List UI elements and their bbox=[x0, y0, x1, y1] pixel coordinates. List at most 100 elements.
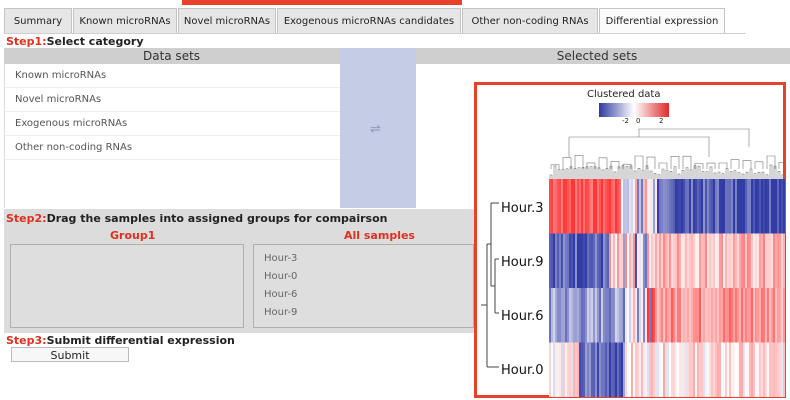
heatmap-cell bbox=[723, 179, 726, 234]
heatmap-cell bbox=[565, 288, 568, 343]
heatmap-cell bbox=[685, 233, 688, 288]
heatmap-cell bbox=[671, 342, 674, 397]
heatmap-cell bbox=[725, 179, 728, 234]
heatmap-cell bbox=[697, 179, 700, 234]
heatmap-cell bbox=[713, 288, 716, 343]
submit-button[interactable]: Submit bbox=[11, 347, 129, 362]
heatmap-cell bbox=[639, 233, 642, 288]
heatmap-cell bbox=[643, 179, 646, 234]
heatmap-cell bbox=[601, 179, 604, 234]
heatmap-cell bbox=[745, 179, 748, 234]
selected-sets-list[interactable] bbox=[416, 64, 476, 208]
heatmap-cell bbox=[595, 179, 598, 234]
heatmap-cell bbox=[551, 288, 554, 343]
heatmap-cell bbox=[569, 342, 572, 397]
dataset-known-micrornas[interactable]: Known microRNAs bbox=[5, 64, 341, 88]
heatmap-cell bbox=[685, 342, 688, 397]
heatmap-cell bbox=[583, 233, 586, 288]
heatmap-cell bbox=[653, 233, 656, 288]
heatmap-cell bbox=[765, 233, 768, 288]
heatmap-cell bbox=[601, 233, 604, 288]
heatmap-cell bbox=[597, 179, 600, 234]
heatmap-cell bbox=[581, 233, 584, 288]
heatmap-cell bbox=[709, 233, 712, 288]
heatmap-cell bbox=[649, 179, 652, 234]
heatmap-cell bbox=[733, 342, 736, 397]
heatmap-cell bbox=[709, 179, 712, 234]
heatmap-cell bbox=[653, 288, 656, 343]
heatmap-cell bbox=[771, 342, 774, 397]
heatmap-cell bbox=[613, 179, 616, 234]
heatmap-cell bbox=[705, 288, 708, 343]
heatmap-cell bbox=[611, 342, 614, 397]
tab-other-ncrnas[interactable]: Other non-coding RNAs bbox=[462, 8, 598, 34]
dataset-exogenous-micrornas[interactable]: Exogenous microRNAs bbox=[5, 112, 341, 136]
heatmap-cell bbox=[607, 342, 610, 397]
heatmap-cell bbox=[761, 288, 764, 343]
tab-underline bbox=[4, 33, 746, 34]
heatmap-cell bbox=[665, 288, 668, 343]
heatmap-cell bbox=[625, 288, 628, 343]
group1-dropzone[interactable] bbox=[10, 244, 244, 328]
heatmap-cell bbox=[629, 233, 632, 288]
tab-novel-micrornas[interactable]: Novel microRNAs bbox=[178, 8, 276, 34]
heatmap-cell bbox=[563, 288, 566, 343]
heatmap-cell bbox=[553, 342, 556, 397]
heatmap-cell bbox=[599, 342, 602, 397]
heatmap-cell bbox=[643, 288, 646, 343]
sample-hour-6[interactable]: Hour-6 bbox=[254, 286, 473, 304]
heatmap-cell bbox=[577, 288, 580, 343]
heatmap-cell bbox=[553, 288, 556, 343]
heatmap-cell bbox=[763, 179, 766, 234]
all-samples-box[interactable]: Hour-3 Hour-0 Hour-6 Hour-9 bbox=[253, 244, 474, 328]
heatmap-cell bbox=[735, 179, 738, 234]
heatmap-cell bbox=[721, 233, 724, 288]
heatmap-cell bbox=[737, 342, 740, 397]
heatmap-cell bbox=[591, 342, 594, 397]
heatmap-cell bbox=[557, 233, 560, 288]
heatmap-cell bbox=[589, 233, 592, 288]
heatmap-cell bbox=[609, 179, 612, 234]
heatmap-cell bbox=[643, 233, 646, 288]
heatmap-cell bbox=[553, 179, 556, 234]
tab-known-micrornas[interactable]: Known microRNAs bbox=[73, 8, 177, 34]
heatmap-cell bbox=[725, 233, 728, 288]
datasets-header-right: Selected sets bbox=[556, 49, 638, 63]
heatmap-cell bbox=[781, 233, 784, 288]
heatmap-cell bbox=[613, 233, 616, 288]
heatmap-cell bbox=[561, 342, 564, 397]
heatmap-cell bbox=[771, 288, 774, 343]
transfer-panel[interactable]: ⇌ bbox=[340, 48, 416, 208]
sample-hour-3[interactable]: Hour-3 bbox=[254, 250, 473, 268]
sample-hour-0[interactable]: Hour-0 bbox=[254, 268, 473, 286]
tab-differential-expression[interactable]: Differential expression bbox=[599, 8, 725, 34]
tab-summary[interactable]: Summary bbox=[4, 8, 72, 34]
row-label-hour3: Hour.3 bbox=[501, 201, 544, 216]
heatmap-cell bbox=[729, 288, 732, 343]
step3-text: Submit differential expression bbox=[46, 334, 235, 347]
heatmap-cell bbox=[715, 288, 718, 343]
heatmap-cell bbox=[673, 342, 676, 397]
heatmap-cell bbox=[569, 233, 572, 288]
sample-hour-9[interactable]: Hour-9 bbox=[254, 304, 473, 322]
heatmap-cell bbox=[699, 233, 702, 288]
heatmap-cell bbox=[699, 179, 702, 234]
heatmap-cell bbox=[707, 179, 710, 234]
heatmap-cell bbox=[625, 179, 628, 234]
heatmap-cell bbox=[689, 342, 692, 397]
dataset-other-ncrnas[interactable]: Other non-coding RNAs bbox=[5, 136, 341, 160]
tab-exogenous-candidates[interactable]: Exogenous microRNAs candidates bbox=[277, 8, 461, 34]
heatmap-cell bbox=[669, 179, 672, 234]
heatmap-cell bbox=[597, 288, 600, 343]
tab-bar: Summary Known microRNAs Novel microRNAs … bbox=[4, 8, 746, 34]
heatmap-cell bbox=[563, 179, 566, 234]
dataset-novel-micrornas[interactable]: Novel microRNAs bbox=[5, 88, 341, 112]
heatmap-cell bbox=[779, 233, 782, 288]
heatmap-cell bbox=[769, 179, 772, 234]
heatmap-cell bbox=[743, 179, 746, 234]
heatmap-cell bbox=[569, 179, 572, 234]
heatmap-cell bbox=[759, 288, 762, 343]
swap-arrows-icon[interactable]: ⇌ bbox=[370, 122, 381, 137]
heatmap-cell bbox=[679, 288, 682, 343]
column-dendrogram bbox=[549, 128, 785, 179]
